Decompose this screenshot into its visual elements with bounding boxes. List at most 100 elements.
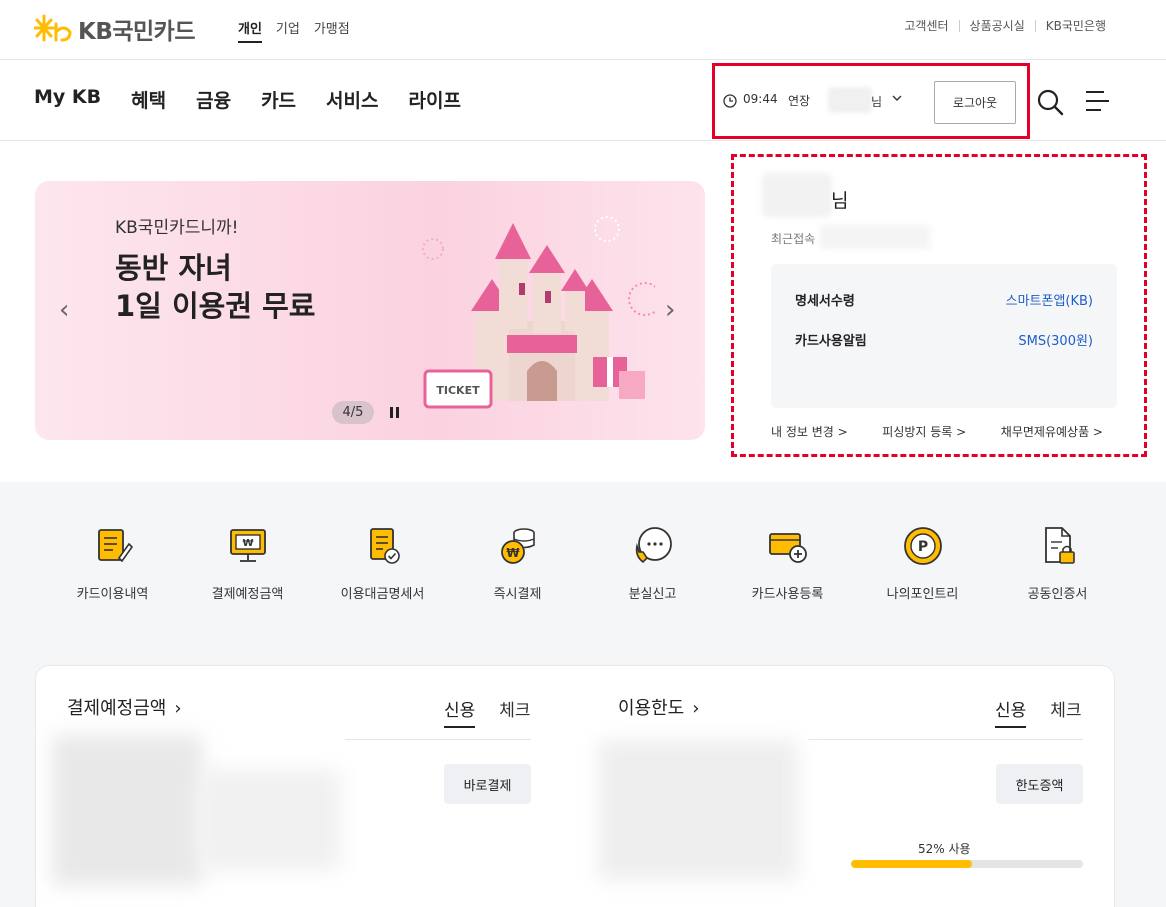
logo-text: KB국민카드: [78, 19, 196, 45]
quick-label: 카드이용내역: [76, 587, 149, 602]
pause-icon[interactable]: [390, 407, 400, 418]
quick-label: 즉시결제: [493, 587, 542, 602]
kb-bank-link[interactable]: KB국민은행: [1034, 20, 1116, 32]
quick-card-usage[interactable]: 카드이용내역: [45, 524, 180, 602]
hamburger-menu-icon[interactable]: [1082, 88, 1110, 114]
card-register-icon: [768, 533, 807, 563]
quick-point[interactable]: P 나의포인트리: [855, 524, 990, 602]
phishing-protection-link[interactable]: 피싱방지 등록 >: [882, 423, 966, 440]
clock-icon: [723, 94, 737, 108]
svg-text:₩: ₩: [242, 538, 253, 549]
customer-center-link[interactable]: 고객센터: [894, 20, 958, 32]
quick-menu: 카드이용내역 ₩ 결제예정금액 이용대금명세서 ₩ 즉시결제 분실신고 카드사용…: [45, 524, 1125, 602]
payment-due-title-text: 결제예정금액: [67, 698, 167, 719]
point-icon: P: [903, 527, 942, 565]
gnb-item-card[interactable]: 카드: [261, 86, 296, 113]
gnb-item-service[interactable]: 서비스: [326, 86, 378, 113]
limit-divider: [808, 739, 1083, 740]
quick-statement[interactable]: 이용대금명세서: [315, 524, 450, 602]
kb-star-icon: [34, 14, 72, 42]
statement-label: 명세서수령: [795, 294, 855, 309]
debt-waiver-link[interactable]: 채무면제유예상품 >: [1001, 423, 1103, 440]
payment-due-icon: ₩: [229, 529, 266, 562]
user-name-suffix[interactable]: 님: [871, 93, 882, 110]
utility-bar: KB국민카드 개인 기업 가맹점 고객센터 상품공시실 KB국민은행: [0, 0, 1166, 60]
gnb-item-mykb[interactable]: My KB: [34, 86, 101, 113]
gnb-item-finance[interactable]: 금융: [196, 86, 231, 113]
limit-usage-label: 52% 사용: [918, 842, 971, 856]
gnb-item-benefit[interactable]: 혜택: [131, 86, 166, 113]
tab-payment-credit[interactable]: 신용: [444, 696, 476, 728]
session-time: 09:44: [743, 92, 778, 106]
session-area: 09:44 연장 님 로그아웃: [712, 63, 1030, 139]
chevron-down-icon[interactable]: [891, 92, 903, 107]
card-alert-label: 카드사용알림: [795, 334, 867, 349]
limit-tabs: 신용 체크: [995, 696, 1082, 728]
segment-tabs: 개인 기업 가맹점: [238, 18, 350, 43]
instant-pay-icon: ₩: [500, 528, 535, 564]
tab-merchant[interactable]: 가맹점: [314, 18, 350, 43]
certificate-icon: [1044, 527, 1075, 564]
banner-title: 동반 자녀 1일 이용권 무료: [115, 251, 316, 323]
payment-divider: [345, 739, 531, 740]
svg-text:P: P: [917, 539, 927, 555]
quick-instant-pay[interactable]: ₩ 즉시결제: [450, 524, 585, 602]
gnb-menu: My KB 혜택 금융 카드 서비스 라이프: [34, 86, 461, 113]
tab-limit-check[interactable]: 체크: [1050, 696, 1081, 728]
tab-payment-check[interactable]: 체크: [499, 696, 530, 728]
chevron-right-icon: ›: [692, 698, 700, 719]
quick-label: 공동인증서: [1027, 587, 1088, 602]
quick-card-register[interactable]: 카드사용등록: [720, 524, 855, 602]
limit-usage-bar: [851, 860, 1083, 868]
extend-session-link[interactable]: 연장: [788, 92, 810, 109]
quick-certificate[interactable]: 공동인증서: [990, 524, 1125, 602]
user-name-redacted: [762, 173, 832, 217]
banner-pager: 4/5: [332, 401, 374, 424]
card-alert-value-link[interactable]: SMS(300원): [1018, 330, 1093, 349]
payment-detail-redacted: [200, 770, 340, 870]
credit-limit-title[interactable]: 이용한도 ›: [618, 694, 699, 720]
castle-illustration: TICKET: [422, 216, 655, 409]
credit-limit-title-text: 이용한도: [618, 698, 685, 719]
utility-links: 고객센터 상품공시실 KB국민은행: [894, 20, 1116, 32]
chevron-right-icon: ›: [174, 698, 182, 719]
quick-payment-due[interactable]: ₩ 결제예정금액: [180, 524, 315, 602]
svg-text:₩: ₩: [506, 546, 520, 560]
gnb-item-life[interactable]: 라이프: [408, 86, 460, 113]
recent-login-redacted: [820, 225, 930, 249]
recent-login-label: 최근접속: [771, 232, 816, 246]
search-icon[interactable]: [1036, 88, 1064, 116]
quick-label: 이용대금명세서: [340, 587, 425, 602]
tab-personal[interactable]: 개인: [238, 18, 262, 43]
notification-settings-card: 명세서수령 스마트폰앱(KB) 카드사용알림 SMS(300원): [771, 264, 1117, 408]
edit-profile-link[interactable]: 내 정보 변경 >: [771, 423, 848, 440]
limit-amount-redacted: [598, 740, 798, 880]
increase-limit-button[interactable]: 한도증액: [996, 764, 1083, 804]
payment-tabs: 신용 체크: [444, 696, 531, 728]
quick-lost-report[interactable]: 분실신고: [585, 524, 720, 602]
tab-corporate[interactable]: 기업: [276, 18, 300, 43]
user-info-panel: 님 최근접속 명세서수령 스마트폰앱(KB) 카드사용알림 SMS(300원) …: [731, 154, 1147, 457]
kb-logo[interactable]: KB국민카드: [34, 12, 196, 46]
quick-label: 결제예정금액: [211, 587, 284, 602]
banner-next-icon[interactable]: ›: [665, 295, 675, 325]
banner-kicker: KB국민카드니까!: [115, 218, 239, 238]
banner-prev-icon[interactable]: ‹: [59, 295, 69, 325]
payment-amount-redacted: [52, 735, 202, 885]
card-usage-icon: [97, 529, 133, 563]
tab-limit-credit[interactable]: 신용: [995, 696, 1027, 728]
instant-pay-button[interactable]: 바로결제: [444, 764, 531, 804]
payment-due-title[interactable]: 결제예정금액 ›: [67, 694, 182, 720]
limit-usage-fill: [851, 860, 972, 868]
lost-report-icon: [635, 527, 672, 564]
logout-button[interactable]: 로그아웃: [934, 81, 1016, 124]
promo-banner[interactable]: ‹ KB국민카드니까! 동반 자녀 1일 이용권 무료 TICKET › 4/5: [35, 181, 705, 440]
quick-label: 분실신고: [628, 587, 677, 602]
user-name-redacted: [828, 87, 872, 113]
quick-label: 나의포인트리: [886, 587, 959, 602]
statement-icon: [369, 528, 400, 564]
statement-value-link[interactable]: 스마트폰앱(KB): [1006, 290, 1093, 309]
product-notice-link[interactable]: 상품공시실: [958, 20, 1035, 32]
statement-row: 명세서수령 스마트폰앱(KB): [795, 290, 1093, 309]
quick-label: 카드사용등록: [751, 587, 824, 602]
